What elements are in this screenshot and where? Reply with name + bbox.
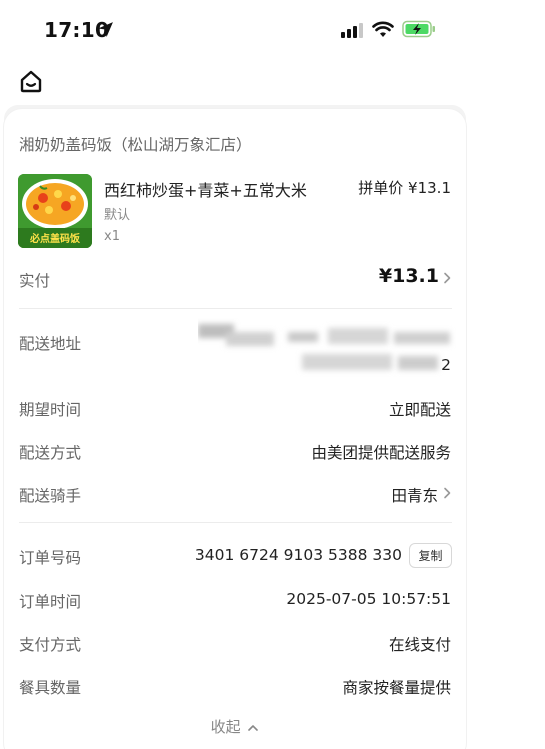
rider-value[interactable]: 田青东 [391,484,438,506]
delivery-method-value: 由美团提供配送服务 [311,444,451,462]
wifi-icon [372,21,394,37]
signal-icon [341,23,363,38]
rider-label: 配送骑手 [19,487,82,505]
copy-button[interactable]: 复制 [409,543,452,568]
food-image[interactable]: 必点盖码饭 [18,174,92,248]
food-title: 西红柿炒蛋+青菜+五常大米 [104,181,307,200]
address-label: 配送地址 [19,335,82,353]
paid-value[interactable]: ¥13.1 [379,265,439,287]
order-time-value: 2025-07-05 10:57:51 [286,590,451,608]
status-bar: 17:10 [0,0,545,58]
pay-method-value: 在线支付 [388,636,451,654]
expected-time-label: 期望时间 [19,401,82,419]
collapse-button[interactable]: 收起 [0,716,470,737]
pay-method-label: 支付方式 [19,636,82,654]
address-blurred [198,318,456,378]
delivery-method-label: 配送方式 [19,444,82,462]
food-quantity: x1 [104,229,120,244]
location-arrow-icon [98,22,113,37]
chevron-right-icon[interactable] [442,272,452,284]
food-price: 拼单价 ¥13.1 [358,179,451,197]
food-spec: 默认 [104,208,131,223]
home-icon[interactable] [18,68,44,94]
battery-charging-icon [402,20,435,38]
order-number-value: 3401 6724 9103 5388 330 [194,546,402,564]
collapse-label: 收起 [210,718,241,736]
chevron-up-icon [248,724,259,731]
divider [19,522,452,523]
paid-label: 实付 [19,272,51,290]
tableware-value: 商家按餐量提供 [342,679,451,697]
order-number-label: 订单号码 [19,549,82,567]
tableware-label: 餐具数量 [19,679,82,697]
order-time-label: 订单时间 [19,593,82,611]
expected-time-value: 立即配送 [388,401,451,419]
chevron-right-icon[interactable] [442,487,452,499]
divider [19,308,452,309]
address-value: 2 [441,356,451,374]
food-image-caption: 必点盖码饭 [29,232,80,245]
shop-name[interactable]: 湘奶奶盖码饭（松山湖万象汇店） [19,133,252,155]
